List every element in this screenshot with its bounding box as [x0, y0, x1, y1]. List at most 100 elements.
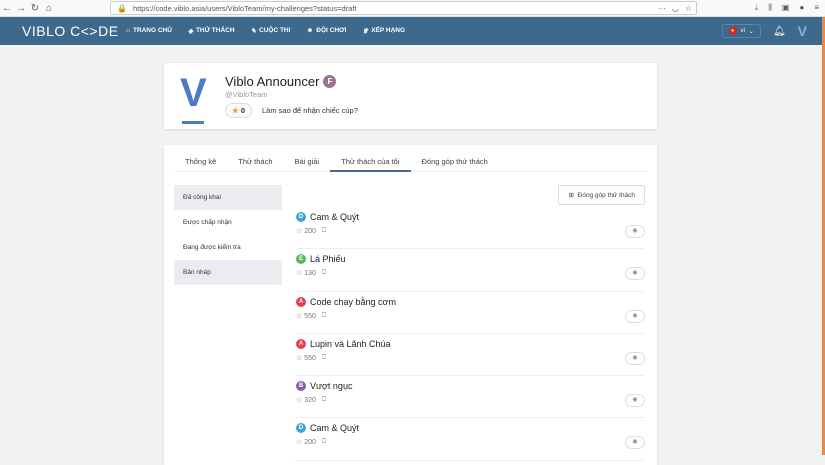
challenge-points: ☆ 200 — [296, 439, 316, 447]
challenge-item[interactable]: E Lá Phiếu ☆ 130 ⎕ ◉ — [295, 249, 645, 292]
level-badge: D — [296, 423, 306, 434]
viblo-v-icon[interactable]: V — [798, 23, 807, 39]
plus-box-icon: ⊞ — [568, 192, 574, 199]
back-icon[interactable]: ← — [0, 3, 14, 14]
address-bar[interactable]: 🔒 https://code.viblo.asia/users/VibloTea… — [110, 1, 697, 15]
profile-name: Viblo Announcer — [225, 74, 320, 89]
sidebar-item-draft[interactable]: Bản nháp — [174, 260, 282, 285]
bookmark-icon[interactable]: ⎕ — [322, 312, 326, 320]
star-outline-icon: ☆ — [296, 270, 303, 278]
eye-icon: ◉ — [632, 354, 638, 361]
star-outline-icon: ☆ — [296, 312, 303, 320]
level-badge: A — [296, 296, 306, 307]
nav-thu-thach[interactable]: ◈ THỬ THÁCH — [188, 27, 235, 35]
view-button[interactable]: ◉ — [625, 351, 645, 365]
challenge-item[interactable]: A Code chạy bằng cơm ☆ 550 ⎕ ◉ — [295, 292, 645, 334]
home-icon[interactable]: ⌂ — [42, 3, 56, 14]
profile-card: V Viblo Announcer F @VibloTeam ★ 0 Làm sa… — [164, 63, 657, 129]
team-icon: ☻ — [306, 27, 314, 34]
challenge-item[interactable]: D Cam & Quýt ☆ 200 ⎕ ◉ — [295, 418, 645, 461]
tab-bai-giai[interactable]: Bài giải — [284, 145, 331, 172]
level-badge: B — [296, 381, 306, 392]
challenge-title[interactable]: Code chạy bằng cơm — [310, 297, 396, 307]
eye-icon: ◉ — [632, 439, 638, 446]
profile-handle: @VibloTeam — [225, 90, 268, 99]
lock-icon: 🔒 — [117, 3, 127, 13]
nav-doi-choi[interactable]: ☻ ĐỘI CHƠI — [306, 27, 346, 35]
eye-icon: ◉ — [632, 228, 638, 234]
cup-count: ★ 0 — [225, 103, 252, 118]
sidebar-item-published[interactable]: Đã công khai — [174, 185, 282, 210]
tab-thu-thach[interactable]: Thử thách — [227, 145, 283, 172]
level-badge: A — [296, 338, 306, 349]
challenge-points: ☆ 550 — [296, 354, 316, 362]
puzzle-icon: ◈ — [187, 28, 193, 35]
tab-contribute[interactable]: Đóng góp thử thách — [411, 145, 499, 172]
star-outline-icon: ☆ — [296, 354, 303, 362]
forward-icon[interactable]: → — [14, 3, 28, 14]
contest-icon: ✎ — [250, 28, 257, 35]
star-outline-icon: ☆ — [296, 228, 303, 235]
account-icon[interactable]: ● — [799, 3, 804, 13]
bookmark-icon[interactable]: ⎕ — [322, 438, 326, 446]
download-icon[interactable]: ⤓ — [755, 3, 759, 13]
view-button[interactable]: ◉ — [625, 309, 645, 323]
challenge-title[interactable]: Lupin và Lãnh Chúa — [310, 339, 391, 349]
challenge-points: ☆ 550 — [296, 312, 316, 320]
bookmark-icon[interactable]: ⎕ — [322, 227, 326, 235]
nav-trang-chu[interactable]: ⌂ TRANG CHỦ — [126, 27, 172, 35]
view-button[interactable]: ◉ — [625, 436, 645, 450]
challenge-title[interactable]: Cam & Quýt — [310, 423, 359, 433]
star-outline-icon: ☆ — [296, 439, 303, 447]
level-badge: E — [296, 254, 306, 265]
vietnam-flag-icon: ★ — [728, 27, 737, 35]
avatar: V — [180, 71, 207, 124]
view-button[interactable]: ◉ — [625, 394, 645, 408]
view-button[interactable]: ◉ — [625, 267, 645, 281]
challenge-title[interactable]: Vượt ngục — [310, 381, 352, 391]
reload-icon[interactable]: ↻ — [28, 3, 42, 14]
challenge-item[interactable]: B Vượt ngục ☆ 320 ⎕ ◉ — [295, 376, 645, 419]
trophy-icon: ♕ — [362, 28, 369, 35]
language-select[interactable]: ★ vi ⌄ — [721, 24, 761, 38]
nav-cuoc-thi[interactable]: ✎ CUỘC THI — [251, 27, 291, 35]
rank-badge: F — [323, 75, 337, 88]
tab-my-challenges[interactable]: Thử thách của tôi — [330, 145, 411, 172]
pocket-icon[interactable]: ◡ — [672, 4, 679, 13]
tab-thong-ke[interactable]: Thống kê — [174, 145, 227, 172]
challenge-points: ☆ 200 — [296, 228, 316, 235]
star-icon: ★ — [232, 106, 239, 115]
bell-icon[interactable]: 🔔︎ — [773, 26, 786, 37]
bookmark-icon[interactable]: ⎕ — [322, 269, 326, 277]
home-icon: ⌂ — [126, 27, 130, 34]
chevron-down-icon: ⌄ — [748, 28, 754, 35]
contribute-button[interactable]: ⊞ Đóng góp thử thách — [558, 185, 645, 205]
challenge-points: ☆ 320 — [296, 397, 316, 405]
challenges-card: Thống kê Thử thách Bài giải Thử thách củ… — [164, 145, 657, 465]
logo[interactable]: VIBLO C<>DE — [22, 23, 126, 39]
challenge-item[interactable]: A Lupin và Lãnh Chúa ☆ 550 ⎕ ◉ — [295, 334, 645, 377]
sidebar-item-reviewing[interactable]: Đang được kiểm tra — [174, 235, 282, 260]
menu-icon[interactable]: ≡ — [814, 3, 819, 13]
eye-icon: ◉ — [632, 397, 638, 404]
top-nav: VIBLO C<>DE ⌂ TRANG CHỦ ◈ THỬ THÁCH ✎ CUỘC … — [0, 17, 825, 45]
sidebar-item-accepted[interactable]: Được chấp nhận — [174, 210, 282, 235]
view-button[interactable]: ◉ — [625, 225, 645, 238]
eye-icon: ◉ — [632, 312, 638, 319]
bookmark-star-icon[interactable]: ☆ — [685, 4, 692, 13]
cup-help-link[interactable]: Làm sao để nhận chiếc cúp? — [262, 106, 358, 115]
challenge-item[interactable]: D Cam & Quýt ☆ 200 ⎕ ◉ — [295, 207, 645, 250]
challenge-points: ☆ 130 — [296, 270, 316, 278]
url-text: https://code.viblo.asia/users/VibloTeam/… — [132, 3, 357, 13]
challenge-title[interactable]: Cam & Quýt — [310, 212, 359, 222]
level-badge: D — [296, 212, 306, 222]
more-icon[interactable]: ··· — [658, 4, 666, 13]
challenge-list: D Cam & Quýt ☆ 200 ⎕ ◉ E Lá Phiếu ☆ 130 ⎕ ◉ A C… — [295, 207, 645, 461]
sidebar-icon[interactable]: ▣ — [782, 3, 790, 13]
bookmark-icon[interactable]: ⎕ — [322, 396, 326, 404]
challenge-title[interactable]: Lá Phiếu — [310, 254, 346, 264]
library-icon[interactable]: ⫼ — [768, 3, 772, 13]
browser-toolbar: ← → ↻ ⌂ 🔒 https://code.viblo.asia/users/… — [0, 0, 825, 17]
nav-xep-hang[interactable]: ♕ XẾP HẠNG — [362, 27, 405, 35]
bookmark-icon[interactable]: ⎕ — [322, 354, 326, 362]
